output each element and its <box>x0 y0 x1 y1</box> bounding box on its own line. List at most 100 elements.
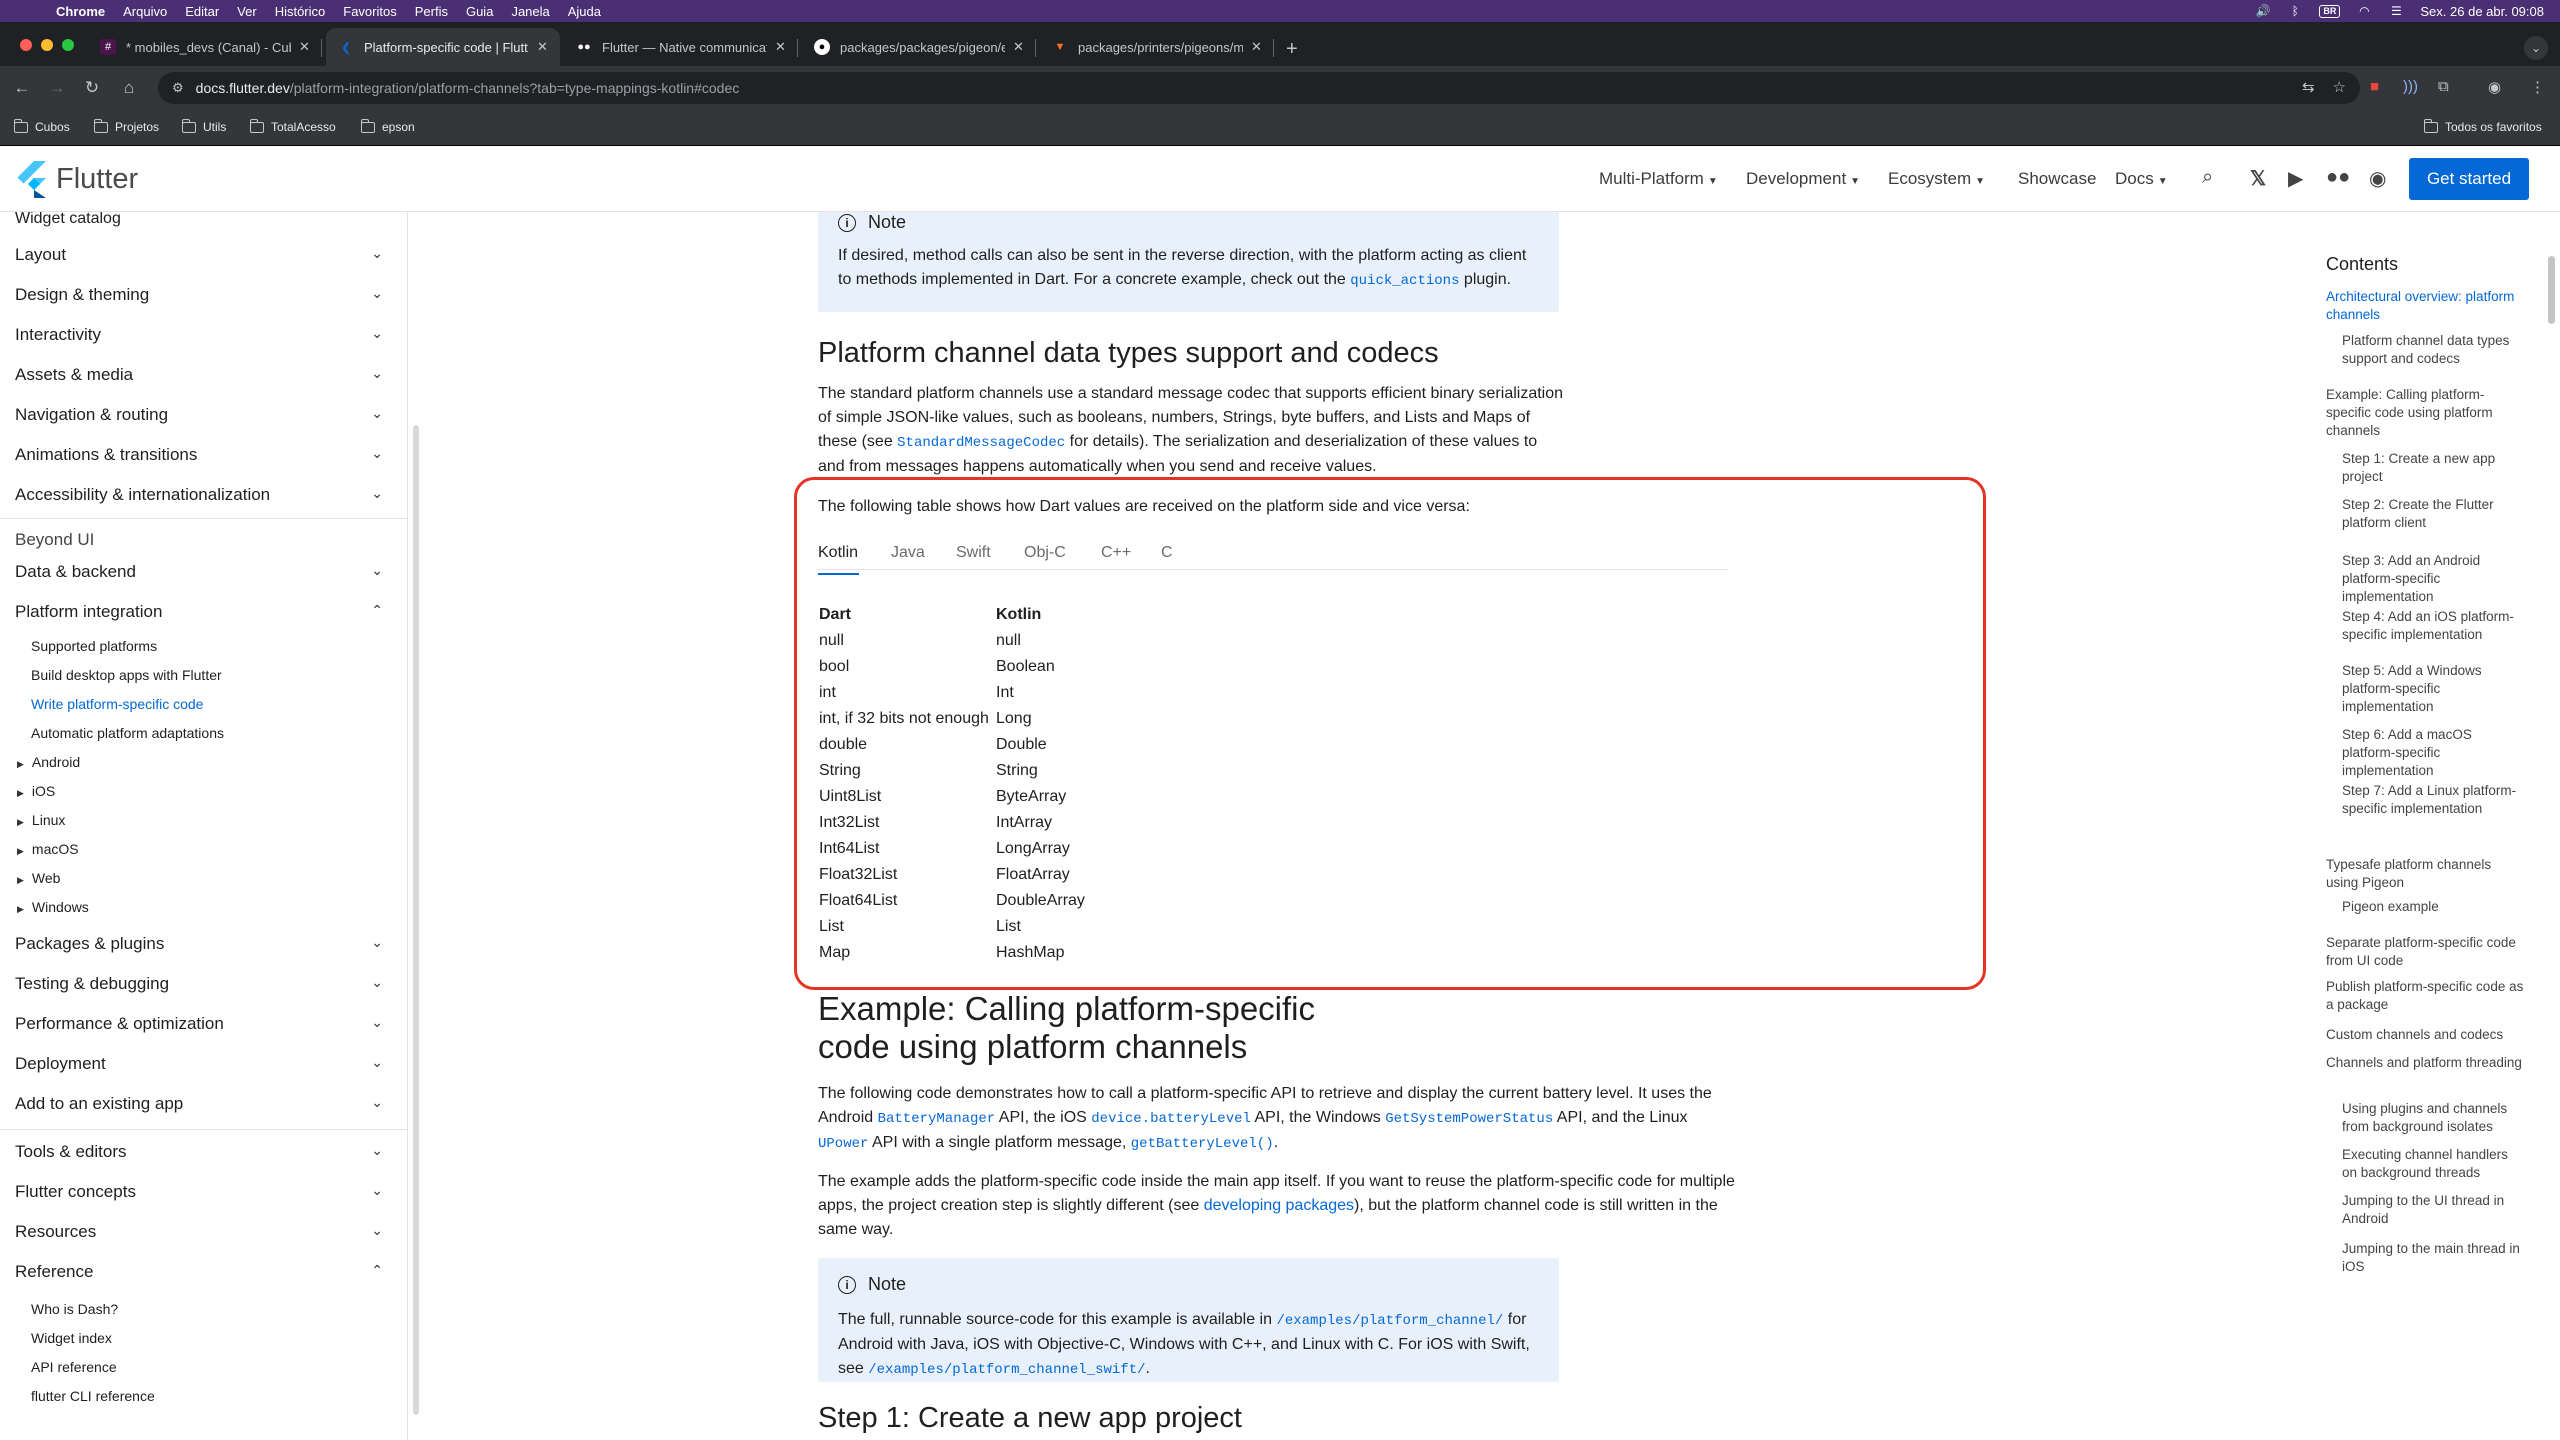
get-started-button[interactable]: Get started <box>2409 158 2529 200</box>
sidebar-link-automatic-platform-adaptations[interactable]: Automatic platform adaptations <box>31 725 224 741</box>
url-text[interactable]: docs.flutter.dev/platform-integration/pl… <box>196 80 740 96</box>
toc-item[interactable]: Using plugins and channels from backgrou… <box>2342 1100 2526 1136</box>
browser-tab-github[interactable]: ● packages/packages/pigeon/e ✕ <box>802 28 1036 66</box>
toc-item[interactable]: Typesafe platform channels using Pigeon <box>2326 856 2526 892</box>
sidebar-link-widget-index[interactable]: Widget index <box>31 1330 112 1346</box>
close-tab-icon[interactable]: ✕ <box>775 39 786 55</box>
tab-c[interactable]: C <box>1161 544 1173 562</box>
toc-item[interactable]: Separate platform-specific code from UI … <box>2326 934 2526 970</box>
sidebar-expand-android[interactable]: ▶ Android <box>17 754 80 770</box>
sidebar-item-flutter-concepts[interactable]: Flutter concepts ⌄ <box>15 1182 395 1202</box>
sidebar-item-deployment[interactable]: Deployment ⌄ <box>15 1054 395 1074</box>
sidebar-item-data-backend[interactable]: Data & backend ⌄ <box>15 562 395 582</box>
get-battery-level-code[interactable]: getBatteryLevel() <box>1131 1136 1274 1152</box>
toc-item[interactable]: Step 1: Create a new app project <box>2342 450 2526 486</box>
toc-item[interactable]: Channels and platform threading <box>2326 1054 2526 1072</box>
home-icon[interactable]: ⌂ <box>119 78 139 98</box>
address-bar[interactable]: ⚙ docs.flutter.dev/platform-integration/… <box>158 72 2360 104</box>
toc-item[interactable]: Step 5: Add a Windows platform-specific … <box>2342 662 2526 716</box>
close-tab-icon[interactable]: ✕ <box>1013 39 1024 55</box>
toc-item[interactable]: Example: Calling platform-specific code … <box>2326 386 2526 440</box>
site-info-icon[interactable]: ⚙ <box>172 80 184 96</box>
toc-item[interactable]: Step 7: Add a Linux platform-specific im… <box>2342 782 2526 818</box>
x-twitter-icon[interactable]: 𝕏 <box>2250 166 2266 191</box>
menu-app-chrome[interactable]: Chrome <box>56 4 105 19</box>
menu-janela[interactable]: Janela <box>511 4 549 19</box>
bookmark-folder-projetos[interactable]: Projetos <box>93 118 159 134</box>
menu-historico[interactable]: Histórico <box>275 4 326 19</box>
chrome-menu-icon[interactable]: ⋮ <box>2530 78 2545 96</box>
examples-platform-channel-swift-link[interactable]: /examples/platform_channel_swift/ <box>868 1362 1145 1378</box>
sidebar-expand-windows[interactable]: ▶ Windows <box>17 899 89 915</box>
menu-ver[interactable]: Ver <box>237 4 257 19</box>
control-center-icon[interactable]: ☰ <box>2388 4 2404 18</box>
forward-icon[interactable]: → <box>47 78 67 98</box>
close-tab-icon[interactable]: ✕ <box>537 39 548 55</box>
github-icon[interactable]: ◉ <box>2369 166 2386 191</box>
toc-item[interactable]: Jumping to the UI thread in Android <box>2342 1192 2526 1228</box>
menu-perfis[interactable]: Perfis <box>415 4 448 19</box>
toc-item[interactable]: Publish platform-specific code as a pack… <box>2326 978 2526 1014</box>
sidebar-item-testing-debugging[interactable]: Testing & debugging ⌄ <box>15 974 395 994</box>
close-tab-icon[interactable]: ✕ <box>299 39 310 55</box>
nav-showcase[interactable]: Showcase <box>2018 169 2096 189</box>
bookmark-folder-totalacesso[interactable]: TotalAcesso <box>249 118 336 134</box>
battery-manager-code[interactable]: BatteryManager <box>878 1111 996 1127</box>
sidebar-item-interactivity[interactable]: Interactivity ⌄ <box>15 325 395 345</box>
sidebar-item-tools-editors[interactable]: Tools & editors ⌄ <box>15 1142 395 1162</box>
sidebar-link-write-platform-specific-code[interactable]: Write platform-specific code <box>31 696 203 712</box>
browser-tab-gitlab[interactable]: ▼ packages/printers/pigeons/m ✕ <box>1040 28 1274 66</box>
menu-guia[interactable]: Guia <box>466 4 493 19</box>
sidebar-link-supported-platforms[interactable]: Supported platforms <box>31 638 157 654</box>
sidebar-item-performance[interactable]: Performance & optimization ⌄ <box>15 1014 395 1034</box>
flutter-logo[interactable]: Flutter <box>16 161 138 198</box>
sidebar-item-design-theming[interactable]: Design & theming ⌄ <box>15 285 395 305</box>
nav-docs[interactable]: Docs ▼ <box>2115 169 2168 189</box>
sidebar-item-resources[interactable]: Resources ⌄ <box>15 1222 395 1242</box>
sidebar-expand-linux[interactable]: ▶ Linux <box>17 812 65 828</box>
search-icon[interactable]: ⌕ <box>2202 166 2213 189</box>
tab-objc[interactable]: Obj-C <box>1024 544 1066 562</box>
toc-item[interactable]: Step 6: Add a macOS platform-specific im… <box>2342 726 2526 780</box>
sidebar-item-layout[interactable]: Layout ⌄ <box>15 245 395 265</box>
bookmark-folder-cubos[interactable]: Cubos <box>13 118 70 134</box>
reload-icon[interactable]: ↻ <box>82 78 102 98</box>
sidebar-expand-web[interactable]: ▶ Web <box>17 870 60 886</box>
sidebar-item-add-to-app[interactable]: Add to an existing app ⌄ <box>15 1094 395 1114</box>
sidebar-item-packages-plugins[interactable]: Packages & plugins ⌄ <box>15 934 395 954</box>
menu-arquivo[interactable]: Arquivo <box>123 4 167 19</box>
tab-kotlin[interactable]: Kotlin <box>818 544 859 575</box>
sidebar-item-platform-integration[interactable]: Platform integration ⌃ <box>15 602 395 622</box>
sidebar-item-reference[interactable]: Reference ⌃ <box>15 1262 395 1282</box>
toc-item[interactable]: Executing channel handlers on background… <box>2342 1146 2526 1182</box>
toc-item[interactable]: Step 4: Add an iOS platform-specific imp… <box>2342 608 2526 644</box>
sidebar-link-api-reference[interactable]: API reference <box>31 1359 117 1375</box>
browser-tab-flutter-active[interactable]: ❮ Platform-specific code | Flutt ✕ <box>326 28 560 66</box>
sidebar-item-accessibility[interactable]: Accessibility & internationalization ⌄ <box>15 485 395 505</box>
examples-platform-channel-link[interactable]: /examples/platform_channel/ <box>1276 1313 1503 1329</box>
device-battery-level-code[interactable]: device.batteryLevel <box>1091 1111 1251 1127</box>
sidebar-expand-macos[interactable]: ▶ macOS <box>17 841 79 857</box>
volume-icon[interactable]: 🔊 <box>2255 4 2271 18</box>
bookmark-star-icon[interactable]: ☆ <box>2333 78 2346 96</box>
get-system-power-status-code[interactable]: GetSystemPowerStatus <box>1385 1111 1553 1127</box>
menu-ajuda[interactable]: Ajuda <box>568 4 601 19</box>
toc-item[interactable]: Pigeon example <box>2342 898 2526 916</box>
new-tab-button[interactable]: + <box>1286 38 1298 61</box>
sidebar-link-who-is-dash[interactable]: Who is Dash? <box>31 1301 118 1317</box>
menu-favoritos[interactable]: Favoritos <box>343 4 396 19</box>
standard-message-codec-link[interactable]: StandardMessageCodec <box>897 435 1065 451</box>
sidebar-scrollbar[interactable] <box>413 425 419 1415</box>
nav-development[interactable]: Development ▼ <box>1746 169 1860 189</box>
youtube-icon[interactable]: ▶ <box>2288 166 2303 191</box>
extension-icon[interactable]: ■ <box>2370 78 2379 95</box>
sidebar-item-navigation-routing[interactable]: Navigation & routing ⌄ <box>15 405 395 425</box>
extensions-puzzle-icon[interactable]: ⧉ <box>2438 78 2449 95</box>
minimize-window-button[interactable] <box>41 39 53 51</box>
sidebar-item-widget-catalog[interactable]: Widget catalog <box>15 212 395 228</box>
sidebar-expand-ios[interactable]: ▶ iOS <box>17 783 55 799</box>
keyboard-layout-indicator[interactable]: BR <box>2319 4 2341 18</box>
browser-tab-medium[interactable]: ●● Flutter — Native communicat ✕ <box>564 28 798 66</box>
toc-item[interactable]: Architectural overview: platform channel… <box>2326 288 2526 324</box>
sidebar-link-flutter-cli-reference[interactable]: flutter CLI reference <box>31 1388 155 1404</box>
